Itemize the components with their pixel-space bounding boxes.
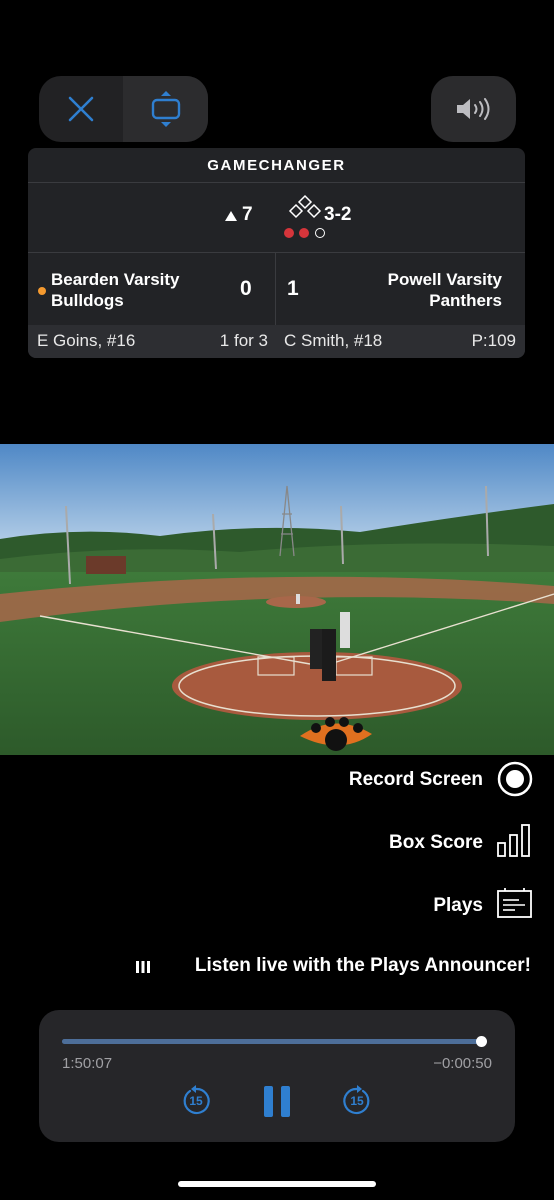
resize-icon	[151, 91, 180, 127]
plays-list-icon[interactable]	[497, 886, 533, 922]
home-indicator[interactable]	[178, 1181, 376, 1187]
bar-chart-icon[interactable]	[497, 823, 533, 859]
rewind-seconds: 15	[189, 1094, 203, 1108]
speaker-volume-icon	[456, 98, 489, 120]
inning-number: 7	[242, 204, 253, 225]
top-inning-arrow-icon	[225, 211, 237, 221]
record-icon[interactable]	[497, 761, 533, 797]
plays-announcer-link[interactable]: Listen live with the Plays Announcer!	[0, 955, 531, 977]
home-team-score: 1	[287, 277, 299, 300]
bases-diamond-icon	[288, 194, 322, 219]
video-controls-group	[39, 76, 208, 142]
pitcher-pitch-count: P:109	[471, 331, 516, 350]
resize-button[interactable]	[123, 76, 208, 142]
teams-row: Bearden Varsity Bulldogs 0 1 Powell Vars…	[28, 252, 525, 325]
playback-panel: 1:50:07 −0:00:50 15 15	[39, 1010, 515, 1142]
pitcher-name: C Smith, #18	[284, 331, 383, 350]
progress-track[interactable]	[62, 1036, 487, 1047]
batting-team-indicator	[38, 287, 46, 295]
game-state: 7 3-2	[28, 183, 525, 251]
remaining-time: −0:00:50	[433, 1055, 492, 1072]
record-screen-label[interactable]: Record Screen	[349, 769, 483, 791]
out-dot-filled	[299, 228, 309, 238]
progress-scrubber[interactable]	[475, 1036, 487, 1047]
away-team-score: 0	[240, 277, 252, 300]
forward-15-button[interactable]: 15	[341, 1085, 373, 1117]
live-video[interactable]	[0, 444, 554, 755]
baseball-field-video-frame	[0, 444, 554, 755]
gamechanger-logo: GAMECHANGER	[28, 148, 525, 183]
pause-icon[interactable]	[264, 1086, 290, 1117]
batter-name: E Goins, #16	[37, 331, 136, 350]
ball-strike-count: 3-2	[324, 204, 352, 225]
close-button[interactable]	[39, 76, 123, 142]
out-dot-filled	[284, 228, 294, 238]
box-score-label[interactable]: Box Score	[389, 832, 483, 854]
away-team-name: Bearden Varsity Bulldogs	[51, 270, 180, 310]
volume-button[interactable]	[431, 76, 516, 142]
batter-stat: 1 for 3	[219, 331, 268, 350]
out-dot-empty	[315, 228, 325, 238]
close-icon	[68, 96, 94, 122]
elapsed-time: 1:50:07	[62, 1055, 113, 1072]
forward-seconds: 15	[350, 1094, 364, 1108]
progress-fill	[62, 1039, 481, 1044]
scoreboard: GAMECHANGER 7 3-2 Bearden Varsity Bulldo…	[28, 148, 525, 358]
rewind-15-button[interactable]: 15	[180, 1085, 212, 1117]
outs-indicator	[284, 228, 330, 240]
current-players-row: E Goins, #16 1 for 3 C Smith, #18 P:109	[28, 325, 525, 358]
plays-label[interactable]: Plays	[433, 895, 483, 917]
home-team-name: Powell Varsity Panthers	[387, 270, 502, 310]
